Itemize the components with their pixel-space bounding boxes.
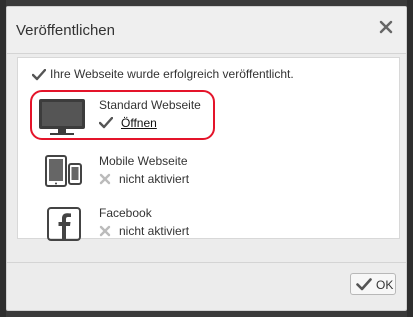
- target-mobile-website: Mobile Webseite nicht aktiviert: [38, 154, 378, 194]
- dialog-title: Veröffentlichen: [16, 22, 115, 39]
- target-status-text: nicht aktiviert: [119, 172, 190, 186]
- publish-dialog: Veröffentlichen Ihre Webseite wurde erfo…: [6, 6, 407, 311]
- target-status: nicht aktiviert: [99, 172, 189, 186]
- tablet-phone-icon: [38, 154, 86, 195]
- target-status-text: nicht aktiviert: [119, 224, 190, 238]
- dialog-content: Ihre Webseite wurde erfolgreich veröffen…: [17, 57, 400, 241]
- checkmark-icon: [31, 68, 47, 81]
- footer-divider: [7, 262, 406, 263]
- x-icon: [99, 225, 111, 237]
- target-status: Öffnen: [98, 116, 157, 130]
- ok-button[interactable]: OK: [350, 273, 396, 295]
- ok-button-label: OK: [376, 278, 394, 292]
- checkmark-icon: [98, 116, 114, 129]
- target-name: Standard Webseite: [99, 98, 201, 112]
- target-status: nicht aktiviert: [99, 224, 189, 238]
- target-name: Facebook: [99, 206, 152, 220]
- target-facebook: Facebook nicht aktiviert: [38, 206, 378, 246]
- checkmark-icon: [356, 278, 372, 291]
- target-standard-website: Standard Webseite Öffnen: [38, 98, 378, 138]
- backdrop: [407, 0, 413, 317]
- x-icon: [99, 173, 111, 185]
- facebook-icon: [38, 206, 86, 247]
- success-message-text: Ihre Webseite wurde erfolgreich veröffen…: [50, 67, 294, 81]
- success-message: Ihre Webseite wurde erfolgreich veröffen…: [31, 67, 294, 81]
- target-name: Mobile Webseite: [99, 154, 188, 168]
- dialog-header: Veröffentlichen: [7, 7, 406, 54]
- monitor-icon: [38, 98, 86, 141]
- close-icon[interactable]: [376, 18, 396, 38]
- open-link[interactable]: Öffnen: [121, 116, 157, 130]
